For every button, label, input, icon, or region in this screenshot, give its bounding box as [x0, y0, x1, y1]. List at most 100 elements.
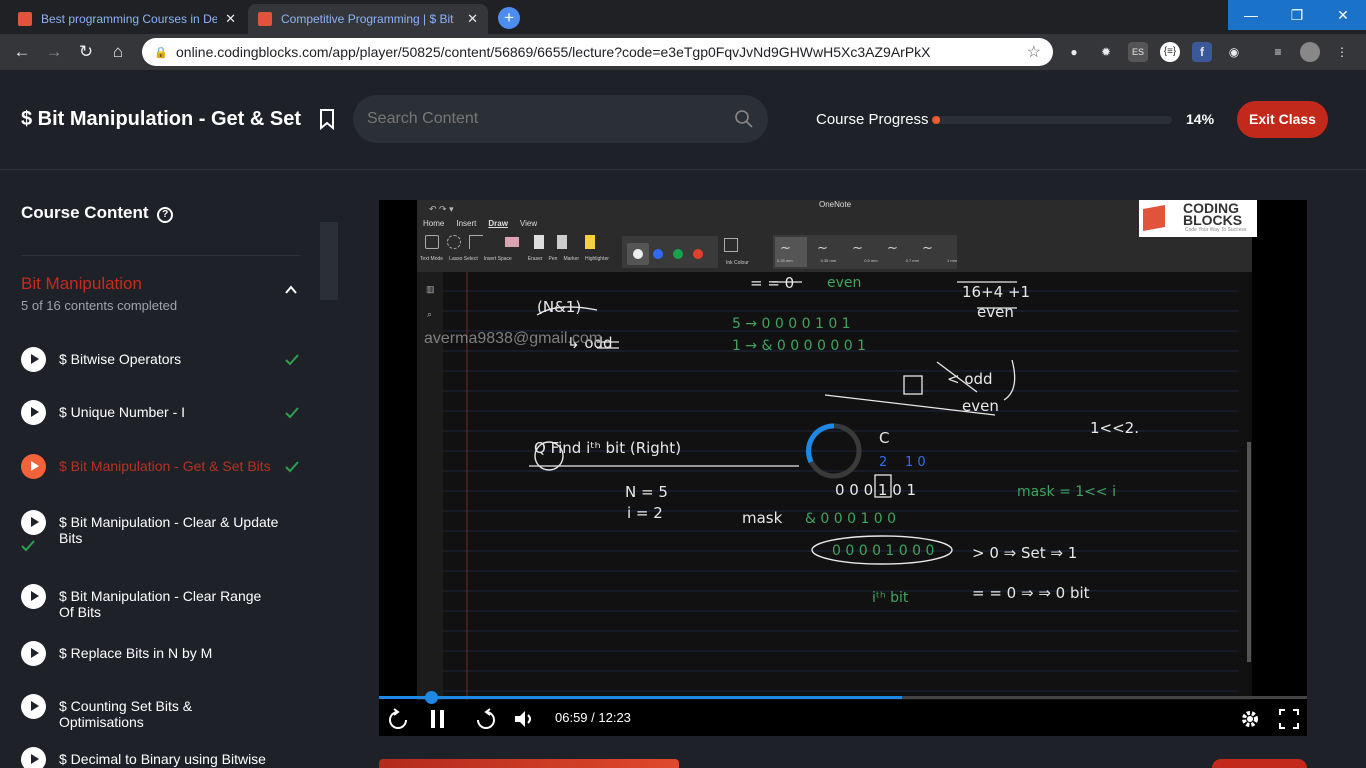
- volume-icon[interactable]: [513, 708, 535, 730]
- home-icon[interactable]: ⌂: [106, 40, 130, 64]
- browser-tab-2[interactable]: Competitive Programming | $ Bit ✕: [248, 4, 488, 34]
- search-input[interactable]: [367, 110, 734, 128]
- spy-icon[interactable]: ◉: [1224, 42, 1244, 62]
- play-icon[interactable]: [21, 747, 46, 768]
- es-icon[interactable]: ES: [1128, 42, 1148, 62]
- play-icon[interactable]: [21, 694, 46, 719]
- address-bar[interactable]: 🔒 online.codingblocks.com/app/player/508…: [142, 38, 1053, 66]
- play-icon[interactable]: [21, 584, 46, 609]
- lecture-item[interactable]: $ Counting Set Bits & Optimisations: [21, 694, 300, 730]
- lecture-item[interactable]: $ Replace Bits in N by M: [21, 641, 300, 667]
- lecture-item-label: $ Bit Manipulation - Clear & Update Bits: [59, 514, 279, 546]
- forward-icon[interactable]: →: [42, 40, 66, 64]
- menu-dots-icon[interactable]: ⋮: [1332, 42, 1352, 62]
- svg-text:⌕: ⌕: [427, 309, 432, 319]
- section-title[interactable]: Bit Manipulation: [21, 274, 142, 294]
- lecture-item-current[interactable]: $ Bit Manipulation - Get & Set Bits: [21, 454, 300, 480]
- red-swatch: [693, 249, 703, 259]
- lecture-item-label: $ Bitwise Operators: [59, 351, 182, 367]
- lecture-item[interactable]: $ Unique Number - I: [21, 400, 300, 426]
- window-maximize-button[interactable]: ❐: [1274, 0, 1320, 30]
- lecture-item[interactable]: $ Decimal to Binary using Bitwise: [21, 747, 300, 768]
- course-content-title: Course Content: [21, 203, 149, 222]
- svg-text:1<<2.: 1<<2.: [1090, 419, 1139, 437]
- sidebar-scrollbar[interactable]: [320, 222, 338, 300]
- play-icon[interactable]: [21, 400, 46, 425]
- svg-text:▥: ▥: [426, 284, 435, 294]
- svg-text:16+4 +1: 16+4 +1: [962, 283, 1030, 301]
- window-close-button[interactable]: ✕: [1320, 0, 1366, 30]
- settings-gear-icon[interactable]: [1239, 708, 1261, 730]
- video-player[interactable]: OneNote ↶ ↷ ▾ Home Insert Draw View Text…: [379, 200, 1307, 736]
- playlist-icon[interactable]: ≡: [1268, 42, 1288, 62]
- seek-handle[interactable]: [424, 691, 438, 704]
- tool-label: Pen: [548, 256, 558, 262]
- lecture-item-label: $ Decimal to Binary using Bitwise: [59, 751, 266, 767]
- tool-label: Text Mode: [420, 256, 444, 262]
- course-progress-percent: 14%: [1186, 111, 1215, 127]
- white-swatch: [633, 249, 643, 259]
- rewind-icon[interactable]: [387, 708, 409, 730]
- logo-tagline: Code Your Way To Success: [1185, 227, 1247, 233]
- tab-close-icon[interactable]: ✕: [225, 11, 236, 27]
- codingblocks-favicon: [18, 12, 32, 26]
- window-minimize-button[interactable]: —: [1228, 0, 1274, 30]
- lecture-item[interactable]: $ Bit Manipulation - Clear & Update Bits: [21, 510, 300, 554]
- play-icon[interactable]: [21, 347, 46, 372]
- coding-blocks-logo: CODING BLOCKS Code Your Way To Success: [1139, 200, 1257, 237]
- back-icon[interactable]: ←: [10, 40, 34, 64]
- svg-text:even: even: [827, 275, 861, 291]
- ribbon-tool-labels: Text Mode Lasso Select Insert Space Eras…: [420, 256, 609, 262]
- pen-stroke-icon: ∼: [922, 240, 933, 255]
- tab-close-icon[interactable]: ✕: [467, 11, 478, 27]
- section-subtitle: 5 of 16 contents completed: [21, 298, 178, 313]
- course-content-heading: Course Content ?: [21, 203, 174, 223]
- seek-bar[interactable]: [379, 691, 1307, 704]
- play-icon[interactable]: [21, 510, 46, 535]
- ninja-icon[interactable]: ●: [1064, 42, 1084, 62]
- browser-tab-1[interactable]: Best programming Courses in De ✕: [8, 4, 246, 34]
- lecture-item[interactable]: $ Bitwise Operators: [21, 347, 300, 373]
- fullscreen-icon[interactable]: [1278, 708, 1300, 730]
- insert-space-icon: [469, 235, 483, 249]
- exit-class-button[interactable]: Exit Class: [1237, 101, 1328, 138]
- check-icon: [21, 540, 35, 552]
- svg-text:Q Find iᵗʰ bit (Right): Q Find iᵗʰ bit (Right): [534, 439, 681, 457]
- play-icon[interactable]: [21, 641, 46, 666]
- json-icon[interactable]: {≡}: [1160, 42, 1180, 62]
- chevron-up-icon[interactable]: [285, 284, 297, 296]
- facebook-icon[interactable]: f: [1192, 42, 1212, 62]
- svg-text:= = 0 ⇒ ⇒ 0 bit: = = 0 ⇒ ⇒ 0 bit: [972, 584, 1090, 602]
- search-icon[interactable]: [734, 109, 754, 129]
- loading-spinner-icon: [805, 423, 862, 479]
- avatar[interactable]: [1300, 42, 1320, 62]
- fast-forward-icon[interactable]: [475, 708, 497, 730]
- svg-text:1 0: 1 0: [905, 455, 926, 470]
- gear-icon[interactable]: ✹: [1096, 42, 1116, 62]
- tool-label: Eraser: [527, 256, 543, 262]
- bookmark-star-icon[interactable]: ☆: [1027, 42, 1041, 62]
- browser-tab-strip: Best programming Courses in De ✕ Competi…: [0, 0, 1366, 34]
- new-tab-button[interactable]: +: [498, 7, 520, 29]
- reload-icon[interactable]: ↻: [74, 40, 98, 64]
- text-mode-icon: [425, 235, 439, 249]
- help-icon[interactable]: ?: [157, 207, 174, 223]
- url-text: online.codingblocks.com/app/player/50825…: [176, 44, 931, 60]
- marker-icon: [557, 235, 567, 249]
- lecture-item[interactable]: $ Bit Manipulation - Clear Range Of Bits: [21, 584, 300, 620]
- onenote-page: ▥ ⌕ (N&1) ↳ odd = = 0 16+4 +1 even < odd…: [417, 272, 1252, 700]
- pause-icon[interactable]: [427, 708, 449, 730]
- course-progress-bar: [932, 116, 1172, 124]
- bookmark-icon[interactable]: [318, 108, 336, 130]
- video-control-bar: 06:59 / 12:23: [379, 691, 1307, 736]
- color-palette: [622, 236, 718, 268]
- lecture-item-label: $ Bit Manipulation - Get & Set Bits: [59, 458, 271, 474]
- pen-size-labels: 0.25 mm 0.35 mm 0.5 mm 0.7 mm 1 mm: [777, 258, 957, 263]
- tool-label: Insert Space: [483, 256, 512, 262]
- search-box[interactable]: [353, 95, 768, 143]
- course-content-sidebar: Course Content ? Bit Manipulation 5 of 1…: [0, 171, 320, 768]
- play-icon[interactable]: [21, 454, 46, 479]
- svg-text:even: even: [962, 397, 999, 415]
- next-button-peek[interactable]: [1212, 759, 1307, 768]
- lock-icon: 🔒: [154, 47, 168, 59]
